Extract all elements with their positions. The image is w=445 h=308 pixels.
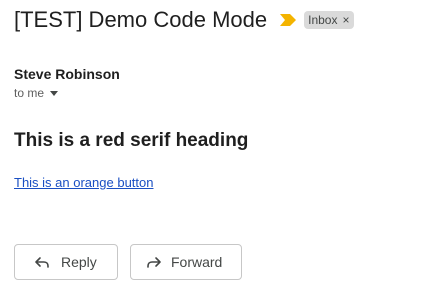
email-subject: [TEST] Demo Code Mode: [14, 7, 268, 32]
message-heading: This is a red serif heading: [14, 130, 249, 151]
forward-button[interactable]: Forward: [130, 244, 242, 280]
reply-button[interactable]: Reply: [14, 244, 118, 280]
forward-label: Forward: [171, 254, 223, 270]
chevron-down-icon[interactable]: [50, 90, 59, 96]
importance-marker-icon[interactable]: [279, 13, 297, 27]
inbox-label-chip[interactable]: Inbox ×: [304, 11, 355, 29]
sender-name: Steve Robinson: [14, 66, 120, 82]
reply-arrow-icon: [35, 257, 49, 268]
subject-row: [TEST] Demo Code Mode Inbox ×: [14, 7, 355, 33]
reply-label: Reply: [61, 254, 97, 270]
recipient-details-toggle[interactable]: to me: [14, 86, 59, 100]
remove-label-icon[interactable]: ×: [342, 14, 349, 26]
forward-arrow-icon: [147, 257, 161, 268]
label-chip-text: Inbox: [308, 13, 338, 27]
message-link[interactable]: This is an orange button: [14, 175, 153, 190]
email-view: [TEST] Demo Code Mode Inbox × Steve Robi…: [0, 0, 445, 308]
recipient-text: to me: [14, 86, 45, 100]
